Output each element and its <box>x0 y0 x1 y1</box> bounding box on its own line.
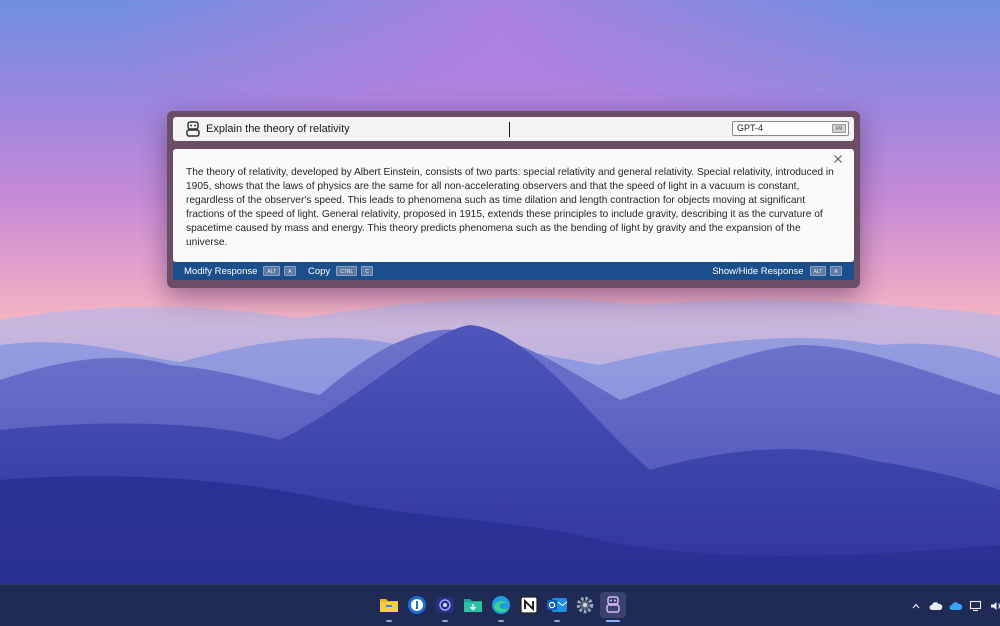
modify-key-2: A <box>284 266 296 276</box>
camera-app-icon[interactable] <box>432 592 458 622</box>
modify-key-1: ALT <box>263 266 281 276</box>
response-text: The theory of relativity, developed by A… <box>186 167 834 248</box>
onedrive-cloud-blue-icon[interactable] <box>947 597 965 615</box>
response-panel: The theory of relativity, developed by A… <box>173 149 854 262</box>
toggle-key-1: ALT <box>809 266 827 276</box>
text-caret <box>509 122 510 137</box>
prompt-input[interactable] <box>206 120 706 138</box>
prompt-bar: GPT-4 F9 <box>173 117 854 141</box>
copy-button[interactable]: Copy CTRL C <box>308 262 373 280</box>
copy-label: Copy <box>308 265 331 277</box>
active-indicator <box>606 620 620 622</box>
wallpaper-mountains <box>0 297 1000 625</box>
show-hide-label: Show/Hide Response <box>712 265 804 277</box>
model-shortcut-key: F9 <box>832 124 846 133</box>
assistant-window: GPT-4 F9 The theory of relativity, devel… <box>167 111 860 288</box>
notion-icon[interactable] <box>516 592 542 618</box>
close-icon[interactable] <box>832 153 844 165</box>
model-select[interactable]: GPT-4 F9 <box>732 121 849 136</box>
ai-assistant-icon[interactable] <box>600 592 626 622</box>
system-tray <box>906 585 1000 626</box>
action-bar: Modify Response ALT A Copy CTRL C Show/H… <box>173 262 854 280</box>
copy-key-1: CTRL <box>336 266 358 276</box>
volume-icon[interactable] <box>987 597 1000 615</box>
settings-gear-icon[interactable] <box>572 592 598 618</box>
running-indicator <box>386 620 392 622</box>
show-hide-response-button[interactable]: Show/Hide Response ALT R <box>712 262 842 280</box>
modify-response-button[interactable]: Modify Response ALT A <box>184 262 296 280</box>
chevron-up-icon[interactable] <box>907 597 925 615</box>
running-indicator <box>498 620 504 622</box>
outlook-icon[interactable] <box>544 592 570 622</box>
onedrive-cloud-icon[interactable] <box>927 597 945 615</box>
model-select-value: GPT-4 <box>737 123 764 133</box>
display-icon[interactable] <box>967 597 985 615</box>
file-explorer-icon[interactable] <box>376 592 402 622</box>
copy-key-2: C <box>361 266 373 276</box>
toggle-key-2: R <box>830 266 842 276</box>
running-indicator <box>442 620 448 622</box>
modify-response-label: Modify Response <box>184 265 258 277</box>
running-indicator <box>554 620 560 622</box>
robot-icon <box>186 121 200 137</box>
taskbar <box>0 584 1000 626</box>
edge-browser-icon[interactable] <box>488 592 514 622</box>
password-manager-icon[interactable] <box>404 592 430 618</box>
download-folder-icon[interactable] <box>460 592 486 618</box>
